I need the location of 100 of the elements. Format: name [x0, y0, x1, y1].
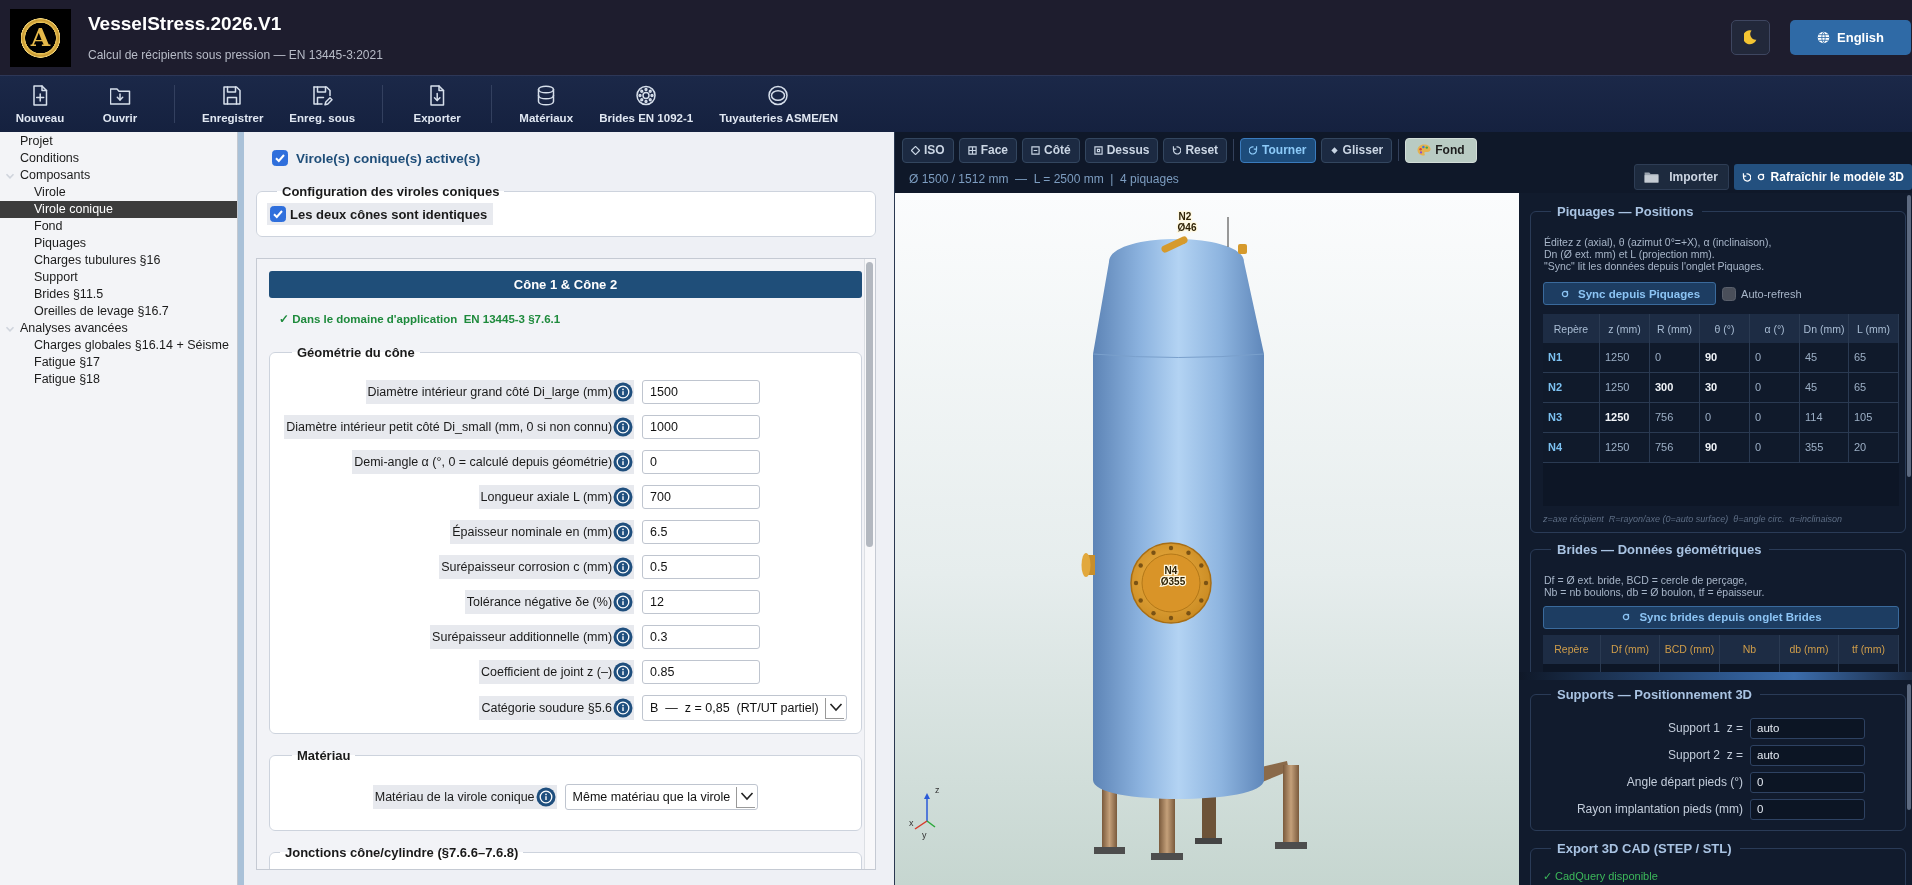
- tree-item[interactable]: Virole conique: [0, 201, 237, 218]
- import-button[interactable]: Importer: [1633, 164, 1729, 190]
- pan-mode-button[interactable]: Glisser: [1320, 137, 1393, 163]
- column-header: BCD (mm): [1660, 635, 1720, 664]
- splitter-handle[interactable]: [238, 132, 244, 885]
- globe-icon: [1817, 31, 1830, 44]
- save-as-button[interactable]: Enreg. sous: [276, 79, 369, 129]
- table-cell: 1250: [1600, 373, 1650, 404]
- input-field[interactable]: 6.5: [642, 520, 761, 544]
- save-button[interactable]: Enregistrer: [189, 79, 277, 129]
- materials-button[interactable]: Matériaux: [506, 79, 587, 129]
- 3d-viewport[interactable]: N2 Ø46 N4 Ø355 z x y: [895, 193, 1519, 885]
- column-header: Df (mm): [1601, 635, 1660, 664]
- refresh-model-button[interactable]: Rafraîchir le modèle 3D: [1733, 164, 1912, 190]
- info-icon[interactable]: [612, 555, 635, 579]
- new-file-button[interactable]: Nouveau: [0, 79, 80, 129]
- checkbox-label: Virole(s) conique(s) active(s): [296, 150, 481, 166]
- info-icon[interactable]: [612, 380, 635, 404]
- palette-icon: [1417, 144, 1432, 156]
- front-view-button[interactable]: Face: [958, 137, 1018, 163]
- field-label: Diamètre intérieur petit côté Di_small (mm, 0 si non connu): [284, 415, 613, 439]
- tree-item[interactable]: Fatigue §18: [0, 371, 237, 388]
- input-field[interactable]: 0.85: [642, 660, 761, 684]
- info-icon[interactable]: [534, 785, 557, 809]
- input-field[interactable]: 1000: [642, 415, 761, 439]
- piping-button[interactable]: Tuyauteries ASME/EN: [706, 79, 852, 129]
- background-button[interactable]: Fond: [1405, 137, 1477, 163]
- ring-icon: [768, 84, 790, 106]
- tree-item[interactable]: Fond: [0, 218, 237, 235]
- input-field[interactable]: 12: [642, 590, 761, 614]
- scrollbar[interactable]: [1907, 195, 1911, 477]
- table-cell: 105: [1849, 403, 1899, 434]
- scrollbar-thumb[interactable]: [866, 262, 873, 547]
- field-label: Longueur axiale L (mm): [478, 485, 613, 509]
- table-cell: N3: [1543, 403, 1600, 434]
- group-title: Configuration des viroles coniques: [281, 184, 501, 199]
- checkbox[interactable]: [270, 206, 286, 222]
- table-cell: N4: [1543, 433, 1600, 464]
- top-view-button[interactable]: Dessus: [1084, 137, 1159, 163]
- input-field[interactable]: 1500: [642, 380, 761, 404]
- tree-item[interactable]: Charges tubulures §16: [0, 252, 237, 269]
- export-button[interactable]: Exporter: [397, 79, 478, 129]
- tree-item[interactable]: Conditions: [0, 150, 237, 167]
- tree-item[interactable]: Projet: [0, 133, 237, 150]
- input-field[interactable]: 0.3: [642, 625, 761, 649]
- info-icon[interactable]: [612, 450, 635, 474]
- table-cell: 0: [1750, 343, 1800, 374]
- checkbox[interactable]: [1722, 286, 1737, 301]
- flanges-button[interactable]: Brides EN 1092-1: [586, 79, 707, 129]
- sync-button[interactable]: Sync depuis Piquages: [1543, 282, 1717, 306]
- tree-item[interactable]: Support: [0, 269, 237, 286]
- tree-item[interactable]: Fatigue §17: [0, 354, 237, 371]
- input-field[interactable]: 0.5: [642, 555, 761, 579]
- open-button[interactable]: Ouvrir: [80, 79, 160, 129]
- refresh-icon: [1622, 613, 1631, 622]
- scrollbar[interactable]: [1907, 684, 1911, 810]
- info-icon[interactable]: [612, 485, 635, 509]
- side-view-button[interactable]: Côté: [1022, 137, 1080, 163]
- input-field[interactable]: 700: [642, 485, 761, 509]
- tree-item[interactable]: Virole: [0, 184, 237, 201]
- resize-handle[interactable]: [1519, 672, 1912, 680]
- rotate-mode-button[interactable]: Tourner: [1240, 137, 1316, 163]
- theme-toggle-button[interactable]: [1731, 20, 1770, 55]
- moon-icon: [1744, 30, 1757, 45]
- dropdown[interactable]: Même matériau que la virole: [564, 784, 759, 810]
- input-field[interactable]: 0: [1750, 799, 1866, 820]
- tree-item[interactable]: Composants: [0, 167, 237, 184]
- table-cell: 65: [1849, 373, 1899, 404]
- bolt-circle-icon: [635, 84, 657, 106]
- input-field[interactable]: auto: [1750, 745, 1866, 766]
- table-cell: 300: [1650, 373, 1700, 404]
- input-field[interactable]: auto: [1750, 718, 1866, 739]
- input-field[interactable]: 0: [642, 450, 761, 474]
- table-cell: 20: [1849, 433, 1899, 464]
- info-icon[interactable]: [612, 696, 635, 720]
- tree-item[interactable]: Oreilles de levage §16.7: [0, 303, 237, 320]
- tree-item[interactable]: Brides §11.5: [0, 286, 237, 303]
- table-cell: 0: [1750, 373, 1800, 404]
- info-icon[interactable]: [612, 520, 635, 544]
- scrollbar[interactable]: [864, 259, 875, 869]
- iso-view-button[interactable]: ISO: [902, 137, 954, 163]
- input-field[interactable]: 0: [1750, 772, 1866, 793]
- tree-item[interactable]: Charges globales §16.14 + Séisme: [0, 337, 237, 354]
- square-minus-icon: [1031, 145, 1041, 155]
- column-header: db (mm): [1780, 635, 1839, 664]
- grid-icon: [967, 145, 977, 155]
- info-icon[interactable]: [612, 590, 635, 614]
- sync-button[interactable]: Sync brides depuis onglet Brides: [1543, 606, 1899, 629]
- app-title: VesselStress.2026.V1: [88, 13, 283, 35]
- tree-item[interactable]: Analyses avancées: [0, 320, 237, 337]
- column-header: Repère: [1543, 635, 1601, 664]
- nozzle: [1081, 553, 1095, 577]
- info-icon[interactable]: [612, 625, 635, 649]
- info-icon[interactable]: [612, 660, 635, 684]
- checkbox[interactable]: [272, 150, 288, 166]
- language-button[interactable]: English: [1790, 20, 1911, 55]
- dropdown[interactable]: B — z = 0,85 (RT/UT partiel): [642, 695, 847, 721]
- reset-view-button[interactable]: Reset: [1163, 137, 1228, 163]
- info-icon[interactable]: [612, 415, 635, 439]
- tree-item[interactable]: Piquages: [0, 235, 237, 252]
